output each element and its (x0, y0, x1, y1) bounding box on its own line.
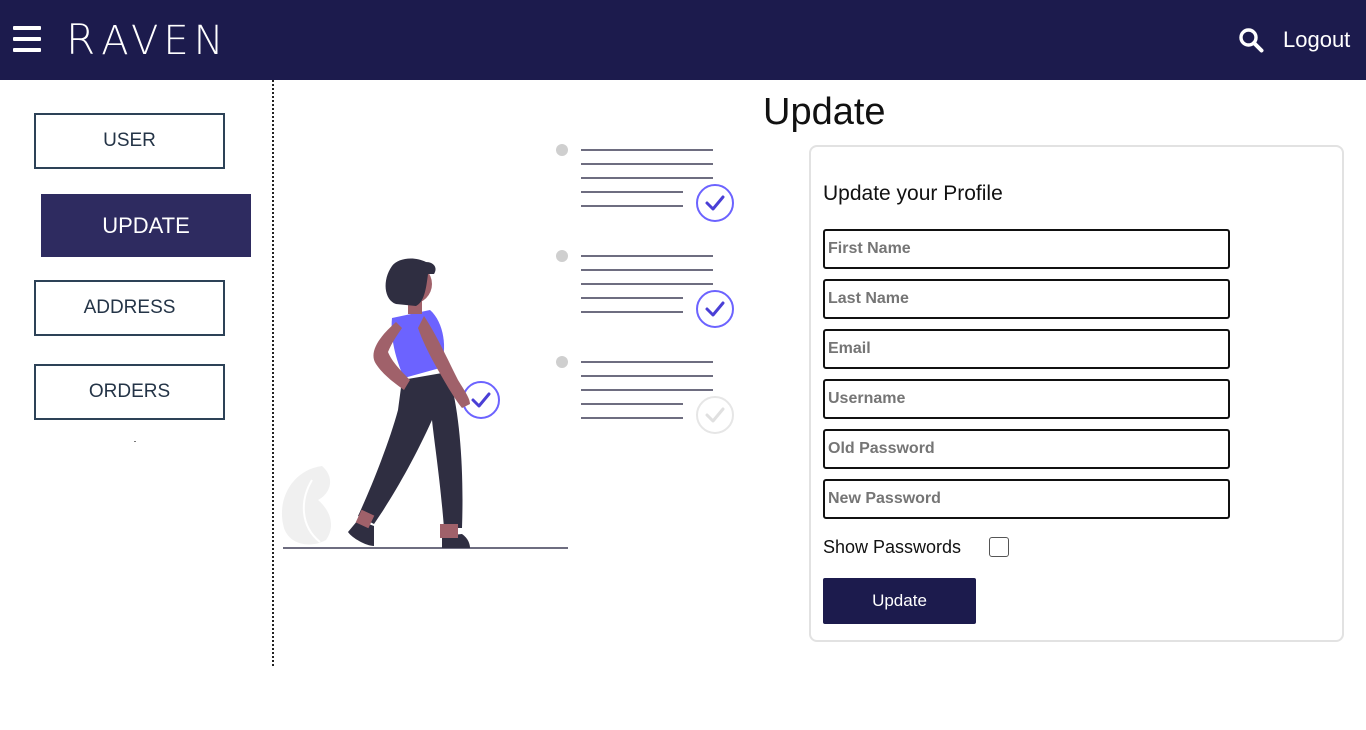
checklist-illustration (281, 144, 734, 549)
old-password-field[interactable] (823, 429, 1230, 469)
brand-logo[interactable]: RAVEN (66, 14, 229, 67)
email-field[interactable] (823, 329, 1230, 369)
update-button[interactable]: Update (823, 578, 976, 624)
menu-icon[interactable] (13, 26, 41, 52)
checklist-row (556, 144, 734, 222)
page-title: Update (763, 91, 886, 133)
sidebar: USER UPDATE ADDRESS ORDERS (0, 80, 274, 666)
divider-dot (134, 441, 136, 442)
username-field[interactable] (823, 379, 1230, 419)
form-heading: Update your Profile (823, 182, 1003, 205)
last-name-field[interactable] (823, 279, 1230, 319)
sidebar-item-address[interactable]: ADDRESS (34, 280, 225, 336)
show-passwords-checkbox[interactable] (989, 537, 1009, 557)
top-navbar: RAVEN Logout (0, 0, 1366, 80)
first-name-field[interactable] (823, 229, 1230, 269)
sidebar-item-orders[interactable]: ORDERS (34, 364, 225, 420)
checklist-row (556, 356, 734, 434)
new-password-field[interactable] (823, 479, 1230, 519)
logout-link[interactable]: Logout (1283, 27, 1350, 53)
update-profile-card: Update your Profile Show Passwords Updat… (809, 145, 1344, 642)
checklist-row (556, 250, 734, 328)
sidebar-item-update[interactable]: UPDATE (41, 194, 251, 257)
sidebar-item-user[interactable]: USER (34, 113, 225, 169)
search-icon[interactable] (1238, 27, 1264, 53)
show-passwords-label: Show Passwords (823, 537, 962, 557)
